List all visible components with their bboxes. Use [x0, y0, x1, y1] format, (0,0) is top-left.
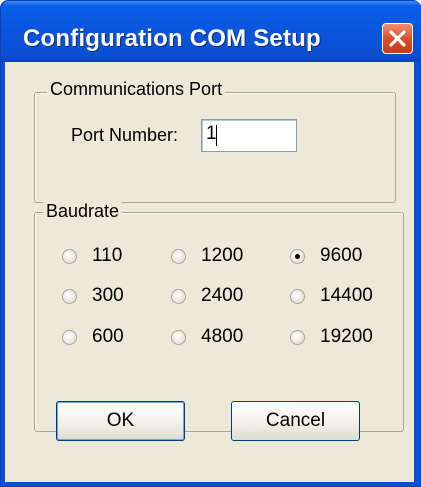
- radio-selected-icon: [290, 249, 305, 264]
- radio-unselected-icon: [62, 330, 77, 345]
- title-bar[interactable]: Configuration COM Setup: [1, 1, 421, 62]
- radio-unselected-icon: [171, 330, 186, 345]
- window-title: Configuration COM Setup: [23, 25, 321, 52]
- baud-label: 1200: [201, 245, 244, 266]
- baud-label: 300: [92, 285, 124, 306]
- baud-radio-14400[interactable]: 14400: [290, 285, 420, 311]
- baud-label: 19200: [320, 326, 373, 347]
- text-caret: [216, 125, 217, 146]
- baud-radio-1200[interactable]: 1200: [171, 245, 301, 271]
- radio-unselected-icon: [62, 289, 77, 304]
- baud-radio-2400[interactable]: 2400: [171, 285, 301, 311]
- radio-dot: [295, 254, 300, 259]
- cancel-button[interactable]: Cancel: [231, 401, 360, 441]
- port-number-input[interactable]: 1: [201, 119, 297, 152]
- baud-radio-4800[interactable]: 4800: [171, 326, 301, 352]
- cancel-button-label: Cancel: [265, 410, 326, 431]
- close-x-icon: [389, 30, 406, 47]
- baud-label: 2400: [201, 285, 244, 306]
- radio-unselected-icon: [290, 289, 305, 304]
- port-number-label: Port Number:: [71, 125, 179, 145]
- baud-radio-9600[interactable]: 9600: [290, 245, 420, 271]
- baud-label: 600: [92, 326, 124, 347]
- radio-unselected-icon: [290, 330, 305, 345]
- dialog-window: Configuration COM Setup Communications P…: [0, 0, 421, 487]
- dialog-client-area: Communications Port Port Number: 1 Baudr…: [5, 62, 414, 482]
- communications-port-legend: Communications Port: [47, 79, 226, 100]
- radio-unselected-icon: [171, 249, 186, 264]
- baud-label: 9600: [320, 245, 363, 266]
- baudrate-legend: Baudrate: [43, 201, 123, 222]
- baud-label: 110: [92, 245, 123, 266]
- ok-button-label: OK: [106, 410, 135, 431]
- radio-unselected-icon: [62, 249, 77, 264]
- radio-unselected-icon: [171, 289, 186, 304]
- ok-button[interactable]: OK: [56, 401, 185, 441]
- baud-label: 4800: [201, 326, 244, 347]
- port-number-value: 1: [206, 123, 217, 144]
- baud-label: 14400: [320, 285, 373, 306]
- close-button[interactable]: [382, 23, 413, 54]
- baud-radio-19200[interactable]: 19200: [290, 326, 420, 352]
